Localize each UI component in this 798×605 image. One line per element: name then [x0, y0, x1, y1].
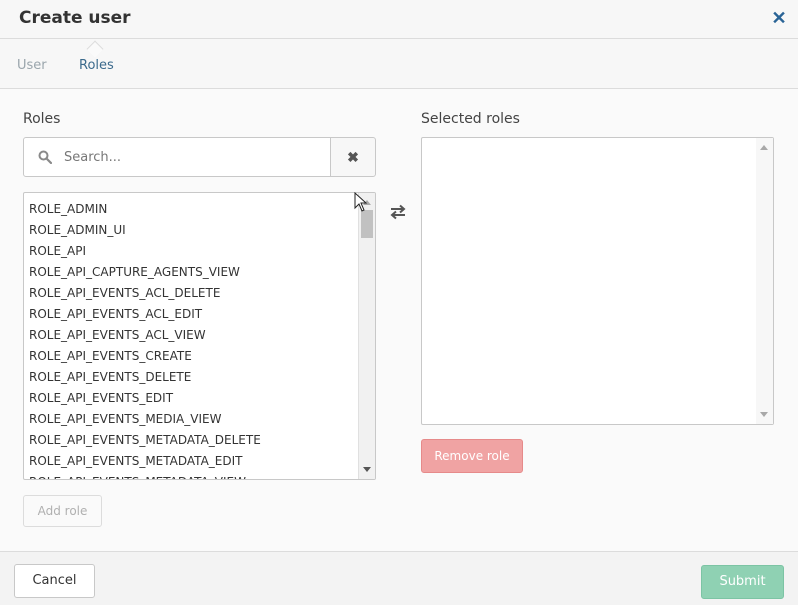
tab-bar: User Roles	[0, 39, 798, 89]
role-list-item[interactable]: ROLE_API_EVENTS_METADATA_VIEW	[29, 472, 359, 479]
submit-button[interactable]: Submit	[701, 565, 784, 599]
scroll-thumb[interactable]	[361, 210, 373, 238]
swap-arrows-icon[interactable]	[389, 203, 407, 221]
mouse-cursor-icon	[354, 192, 368, 212]
roles-list: ROLE_ADMIN ROLE_ADMIN_UI ROLE_API ROLE_API_…	[29, 199, 359, 479]
scroll-down-arrow-icon[interactable]	[760, 412, 768, 417]
roles-label: Roles	[23, 111, 61, 127]
role-search-box	[23, 137, 331, 177]
cancel-button[interactable]: Cancel	[14, 564, 95, 598]
search-icon	[38, 150, 52, 164]
modal-header: Create user ✕	[0, 0, 798, 39]
scroll-down-arrow-icon[interactable]	[363, 467, 371, 472]
role-list-item[interactable]: ROLE_API_EVENTS_DELETE	[29, 367, 359, 388]
selected-scrollbar[interactable]	[756, 138, 773, 424]
clear-search-button[interactable]: ✖	[330, 137, 376, 177]
roles-scrollbar[interactable]	[358, 193, 375, 479]
close-icon[interactable]: ✕	[770, 8, 788, 28]
role-list-item[interactable]: ROLE_ADMIN	[29, 199, 359, 220]
role-list-item[interactable]: ROLE_API_EVENTS_ACL_VIEW	[29, 325, 359, 346]
role-list-item[interactable]: ROLE_API_CAPTURE_AGENTS_VIEW	[29, 262, 359, 283]
tab-user[interactable]: User	[17, 58, 47, 73]
role-list-item[interactable]: ROLE_API_EVENTS_METADATA_DELETE	[29, 430, 359, 451]
add-role-button[interactable]: Add role	[23, 495, 102, 527]
modal-title: Create user	[19, 8, 131, 28]
modal-footer	[0, 551, 798, 605]
role-list-item[interactable]: ROLE_API_EVENTS_METADATA_EDIT	[29, 451, 359, 472]
create-user-modal: Create user ✕ User Roles Roles Selected …	[0, 0, 798, 605]
role-list-item[interactable]: ROLE_API_EVENTS_MEDIA_VIEW	[29, 409, 359, 430]
tab-roles[interactable]: Roles	[79, 58, 114, 73]
scroll-up-arrow-icon[interactable]	[760, 145, 768, 150]
selected-roles-listbox[interactable]	[421, 137, 774, 425]
role-list-item[interactable]: ROLE_ADMIN_UI	[29, 220, 359, 241]
search-input[interactable]	[64, 138, 324, 176]
roles-listbox[interactable]: ROLE_ADMIN ROLE_ADMIN_UI ROLE_API ROLE_API_…	[23, 192, 376, 480]
role-list-item[interactable]: ROLE_API_EVENTS_ACL_EDIT	[29, 304, 359, 325]
selected-roles-label: Selected roles	[421, 111, 520, 127]
role-list-item[interactable]: ROLE_API_EVENTS_ACL_DELETE	[29, 283, 359, 304]
remove-role-button[interactable]: Remove role	[421, 439, 523, 473]
clear-search-icon: ✖	[347, 149, 359, 165]
role-list-item[interactable]: ROLE_API	[29, 241, 359, 262]
role-list-item[interactable]: ROLE_API_EVENTS_CREATE	[29, 346, 359, 367]
role-list-item[interactable]: ROLE_API_EVENTS_EDIT	[29, 388, 359, 409]
